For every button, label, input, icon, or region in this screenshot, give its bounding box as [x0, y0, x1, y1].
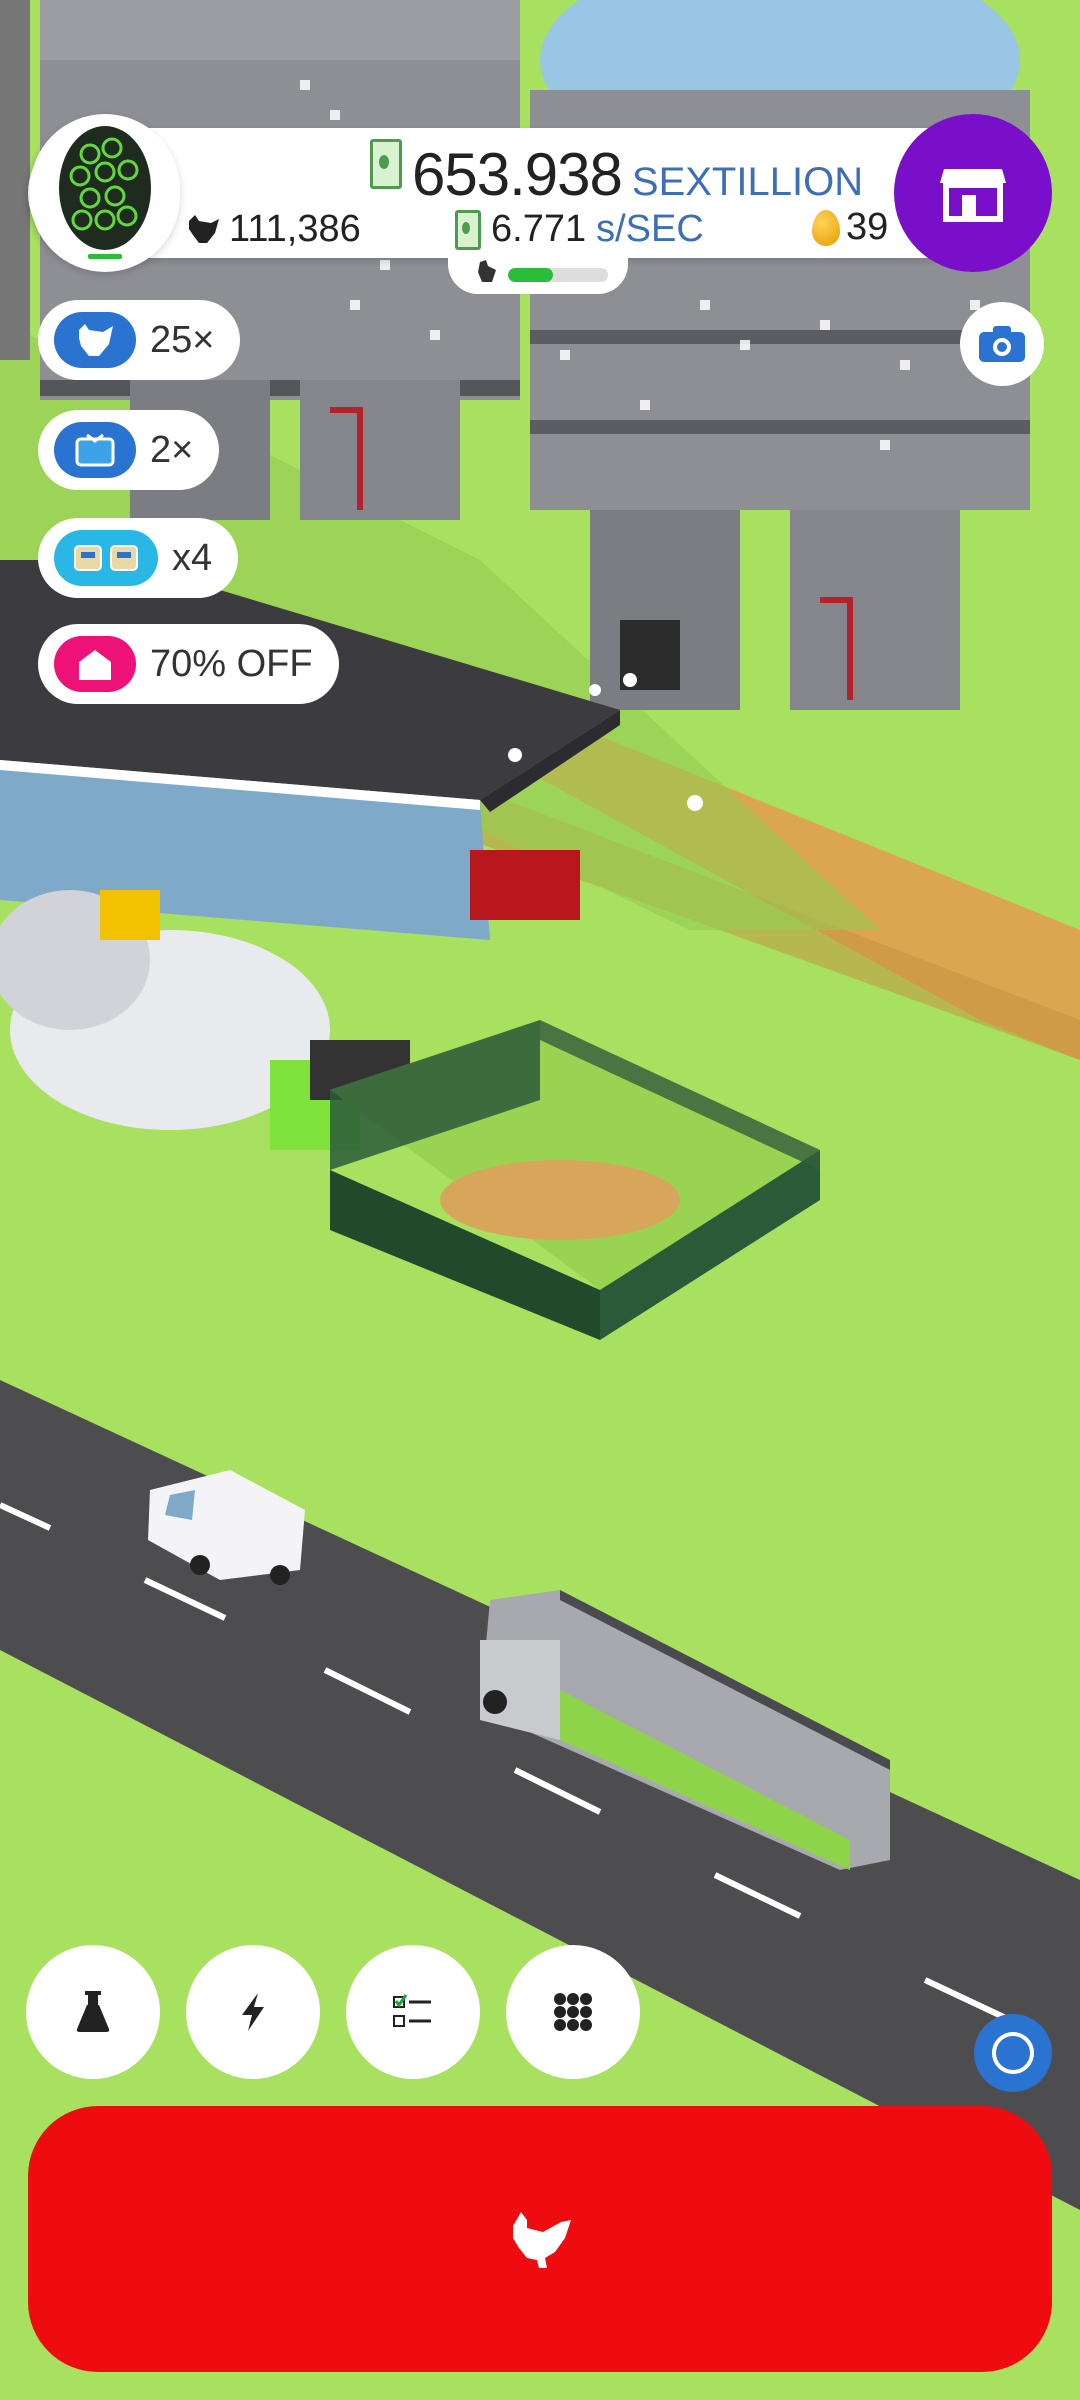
boost-badge	[54, 636, 136, 692]
hatch-chicken-button[interactable]	[28, 2106, 1052, 2372]
golden-eggs: 39	[812, 206, 888, 249]
earning-rate: 6.771 s/SEC	[455, 208, 704, 251]
checklist-icon	[393, 1994, 431, 2027]
boost-badge	[54, 312, 136, 368]
record-button[interactable]	[974, 2014, 1052, 2092]
drone-icon	[74, 545, 138, 571]
current-egg[interactable]	[30, 114, 180, 272]
boost-label: 70% OFF	[150, 642, 313, 685]
money-unit: SEXTILLION	[631, 160, 864, 204]
shop-button[interactable]	[894, 114, 1052, 272]
rate-unit: s/SEC	[596, 208, 704, 250]
chicken-count: 111,386	[185, 208, 361, 251]
house-icon	[79, 650, 111, 680]
money-display: 653.938 SEXTILLION	[370, 139, 864, 210]
cash-icon	[455, 209, 481, 250]
grid-menu-icon	[554, 1993, 592, 2031]
boost-drone-multiplier[interactable]: x4	[38, 518, 239, 598]
lightning-icon	[242, 1993, 264, 2031]
menu-button[interactable]	[506, 1945, 640, 2079]
rate-value: 6.771	[491, 208, 587, 250]
golden-egg-icon	[812, 209, 840, 246]
missions-button[interactable]	[346, 1945, 480, 2079]
boost-badge	[54, 422, 136, 478]
boost-label: 2×	[150, 428, 194, 471]
camera-button[interactable]	[960, 302, 1044, 386]
boost-label: x4	[172, 536, 213, 579]
golden-eggs-count: 39	[846, 206, 889, 248]
chicken-capacity	[448, 254, 628, 294]
hen-icon	[478, 260, 496, 282]
chicken-silhouette-icon	[189, 214, 219, 243]
boost-discount[interactable]: 70% OFF	[38, 624, 339, 704]
research-button[interactable]	[26, 1945, 160, 2079]
shop-icon	[940, 169, 1006, 222]
chicken-icon	[513, 2212, 571, 2268]
boost-chicken-multiplier[interactable]: 25×	[38, 300, 241, 380]
tv-icon	[75, 433, 115, 467]
egg-icon	[59, 126, 151, 259]
capacity-fill	[508, 268, 553, 282]
boosts-button[interactable]	[186, 1945, 320, 2079]
money-value: 653.938	[412, 141, 623, 208]
cash-icon	[370, 139, 402, 189]
boost-label: 25×	[150, 318, 215, 361]
boost-video-multiplier[interactable]: 2×	[38, 410, 220, 490]
chicken-count-value: 111,386	[229, 208, 361, 250]
flask-icon	[76, 1991, 110, 2032]
boost-badge	[54, 530, 158, 586]
camera-icon	[979, 326, 1025, 362]
capacity-bar	[508, 268, 608, 282]
record-circle-icon	[992, 2032, 1034, 2074]
chicken-icon	[79, 324, 113, 356]
